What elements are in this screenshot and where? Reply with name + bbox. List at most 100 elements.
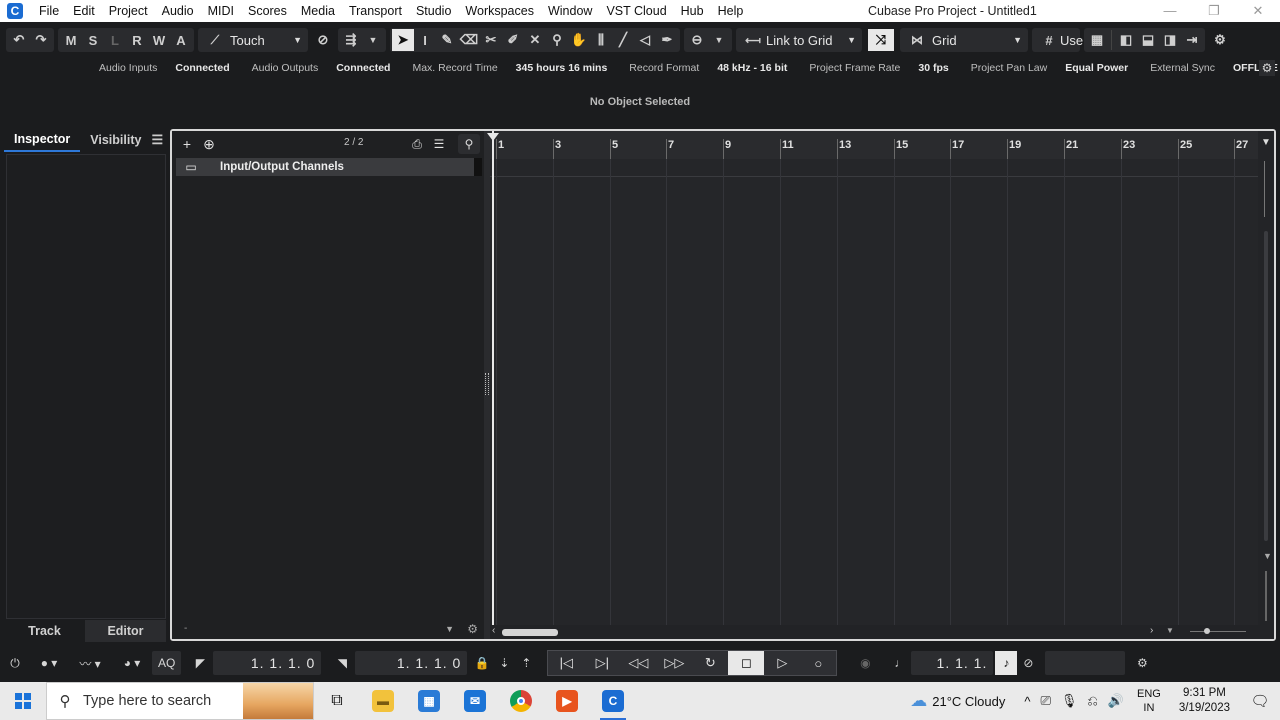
stop-icon[interactable]: ◻ <box>728 651 765 675</box>
menu-file[interactable]: File <box>32 0 66 22</box>
keyboard-icon[interactable]: ▦ <box>1086 29 1108 51</box>
menu-scores[interactable]: Scores <box>241 0 294 22</box>
ruler[interactable]: 1 3 5 7 9 11 13 15 17 19 21 23 25 27 <box>490 131 1260 159</box>
chevron-down-icon[interactable]: ▼ <box>708 29 730 51</box>
menu-help[interactable]: Help <box>711 0 751 22</box>
menu-hub[interactable]: Hub <box>674 0 711 22</box>
search-icon[interactable]: ⚲ <box>458 134 480 154</box>
tempo-display[interactable] <box>1045 651 1126 675</box>
track-name[interactable]: Input/Output Channels <box>220 161 344 173</box>
zoom-out-icon[interactable]: ▼ <box>1263 551 1272 561</box>
scroll-right-icon[interactable]: › <box>1150 625 1153 636</box>
go-to-end-icon[interactable]: ▷| <box>584 651 620 675</box>
punch-out-icon[interactable]: ⇡ <box>515 651 537 675</box>
height-zoom-slider[interactable] <box>1265 571 1267 621</box>
constrain-delay-icon[interactable]: ⊘ <box>312 29 334 51</box>
zoom-slider-handle[interactable] <box>1204 628 1210 634</box>
folder-icon[interactable]: ▭ <box>176 158 206 176</box>
line-tool-icon[interactable]: ╱ <box>612 29 634 51</box>
track-list-settings-icon[interactable]: ☰ <box>428 135 450 153</box>
vertical-scrollbar[interactable]: ▼ ▼ <box>1258 131 1274 639</box>
activate-project-icon[interactable]: ⏻ <box>0 651 30 675</box>
cycle-icon[interactable]: ↻ <box>692 651 728 675</box>
split-tool-icon[interactable]: ✎ <box>436 29 458 51</box>
right-locator-icon[interactable]: ◥ <box>329 651 355 675</box>
clock[interactable]: 9:31 PM 3/19/2023 <box>1179 686 1230 716</box>
draw-tool-icon[interactable]: ✐ <box>502 29 524 51</box>
note-icon[interactable]: ♩ <box>889 651 911 675</box>
event-display[interactable] <box>490 159 1260 625</box>
menu-transport[interactable]: Transport <box>342 0 409 22</box>
tab-visibility[interactable]: Visibility <box>80 129 151 151</box>
punch-in-record-icon[interactable]: ◉ <box>847 651 883 675</box>
solo-button[interactable]: S <box>82 29 104 51</box>
tab-inspector[interactable]: Inspector <box>4 128 81 152</box>
object-selection-tool-icon[interactable]: ➤ <box>392 29 414 51</box>
cubase-logo-icon[interactable]: C <box>4 0 26 22</box>
write-automation-button[interactable]: W <box>148 29 170 51</box>
restore-icon[interactable]: ❐ <box>1192 0 1236 22</box>
chevron-up-icon[interactable]: ^ <box>1024 694 1030 709</box>
zoom-out-icon[interactable]: - <box>184 623 187 634</box>
menu-workspaces[interactable]: Workspaces <box>458 0 541 22</box>
microphone-icon[interactable]: 🎙 <box>1061 693 1078 709</box>
horizontal-scrollbar[interactable]: ‹ › ▼ <box>490 625 1260 639</box>
primary-time-display[interactable]: 1. 1. 1. <box>911 651 994 675</box>
video-app-icon[interactable]: ▶ <box>544 682 590 720</box>
microsoft-store-icon[interactable]: ▦ <box>406 682 452 720</box>
lower-zone-icon[interactable]: ⬓ <box>1137 29 1159 51</box>
status-line-settings-icon[interactable]: ⚙ <box>1259 60 1275 76</box>
fast-forward-icon[interactable]: ▷▷ <box>656 651 692 675</box>
horizontal-zoom-slider[interactable] <box>1190 631 1246 632</box>
menu-midi[interactable]: MIDI <box>201 0 241 22</box>
add-track-icon[interactable]: + <box>176 135 198 153</box>
record-icon[interactable]: ○ <box>800 651 836 675</box>
chevron-down-icon[interactable]: ▼ <box>1166 626 1174 635</box>
chrome-icon[interactable] <box>498 682 544 720</box>
menu-vst-cloud[interactable]: VST Cloud <box>599 0 673 22</box>
network-icon[interactable]: ⎌ <box>1087 693 1097 709</box>
right-locator-time[interactable]: 1. 1. 1. 0 <box>355 651 468 675</box>
left-locator-icon[interactable]: ◤ <box>187 651 213 675</box>
redo-icon[interactable]: ↷ <box>30 29 52 51</box>
zoom-slider[interactable] <box>1264 161 1268 217</box>
snap-on-off-icon[interactable]: ⤨ <box>868 29 894 51</box>
scrollbar-thumb[interactable] <box>502 629 558 636</box>
record-mode-icon[interactable]: ● ▾ <box>30 651 68 675</box>
punch-icon[interactable]: ◕ ▾ <box>112 651 152 675</box>
right-zone-icon[interactable]: ◨ <box>1159 29 1181 51</box>
project-cursor[interactable] <box>492 131 494 625</box>
file-explorer-icon[interactable]: ▬ <box>360 682 406 720</box>
menu-project[interactable]: Project <box>102 0 155 22</box>
volume-icon[interactable]: 🔊 <box>1108 693 1124 709</box>
notification-icon[interactable]: 🗨 <box>1240 692 1280 710</box>
rewind-icon[interactable]: ◁◁ <box>620 651 656 675</box>
erase-tool-icon[interactable]: ⌫ <box>458 29 480 51</box>
settings-gear-icon[interactable]: ⚙ <box>467 622 478 636</box>
grid-type-dropdown[interactable]: ⋈ Grid ▼ <box>900 28 1028 52</box>
windows-start-icon[interactable] <box>0 682 46 720</box>
weather-widget[interactable]: ☁ 21°C Cloudy <box>905 691 1005 711</box>
autoscroll-icon[interactable]: ⇶ <box>340 29 362 51</box>
minimize-icon[interactable]: — <box>1148 0 1192 22</box>
nudge-palette-icon[interactable]: ⊖ <box>686 29 708 51</box>
mail-icon[interactable]: ✉ <box>452 682 498 720</box>
menu-audio[interactable]: Audio <box>155 0 201 22</box>
menu-edit[interactable]: Edit <box>66 0 102 22</box>
tab-editor[interactable]: Editor <box>85 620 166 642</box>
play-icon[interactable]: ▷ <box>764 651 800 675</box>
task-view-icon[interactable]: ⧉ <box>314 682 360 720</box>
go-to-start-icon[interactable]: |◁ <box>548 651 584 675</box>
taskbar-search-input[interactable]: ⚲ Type here to search <box>46 682 314 720</box>
automation-button[interactable]: A <box>170 29 192 51</box>
metronome-icon[interactable]: ♪ <box>995 651 1018 675</box>
hand-tool-icon[interactable]: ✋ <box>568 29 590 51</box>
mute-button[interactable]: M <box>60 29 82 51</box>
audio-waveform-icon[interactable]: 〰 ▾ <box>68 651 112 675</box>
range-selection-tool-icon[interactable]: I <box>414 29 436 51</box>
meet-now-icon[interactable]: ⎚ <box>1040 693 1050 709</box>
left-locator-time[interactable]: 1. 1. 1. 0 <box>213 651 322 675</box>
chevron-down-icon[interactable]: ▼ <box>362 29 384 51</box>
zoom-tool-icon[interactable]: ⚲ <box>546 29 568 51</box>
snap-link-dropdown[interactable]: ⟻ Link to Grid ▼ <box>736 28 862 52</box>
